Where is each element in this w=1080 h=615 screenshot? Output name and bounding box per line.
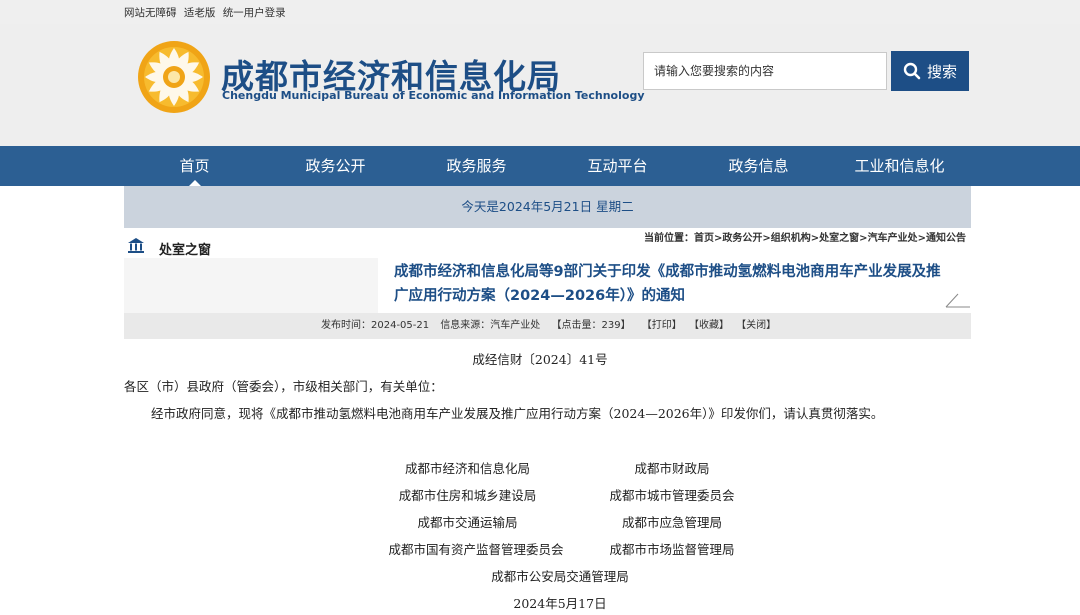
date-bar: 今天是2024年5月21日 星期二: [124, 186, 971, 228]
site-subtitle-english: Chengdu Municipal Bureau of Economic and…: [222, 89, 645, 102]
breadcrumb-separator: >: [917, 233, 926, 244]
breadcrumb-separator: >: [859, 233, 868, 244]
print-button[interactable]: 【打印】: [642, 320, 682, 331]
article-title: 成都市经济和信息化局等9部门关于印发《成都市推动氢燃料电池商用车产业发展及推广应…: [394, 264, 941, 304]
publish-time: 发布时间：2024-05-21: [321, 320, 430, 331]
search-button[interactable]: 搜索: [891, 51, 969, 91]
section-panel: [124, 258, 378, 313]
site-logo[interactable]: [137, 40, 211, 114]
search-button-label: 搜索: [926, 62, 957, 81]
nav-item-home[interactable]: 首页: [124, 146, 265, 186]
top-utility-bar: 网站无障碍 适老版 统一用户登录: [0, 0, 1080, 24]
signatory: 成都市应急管理局: [621, 515, 722, 530]
section-title: 处室之窗: [159, 243, 212, 258]
document-date: 2024年5月17日: [513, 596, 607, 611]
search-input[interactable]: [643, 52, 887, 90]
click-count: 【点击量：239】: [551, 320, 631, 331]
elderly-mode-link[interactable]: 适老版: [184, 7, 216, 19]
breadcrumb-separator: >: [810, 233, 820, 244]
breadcrumb: 当前位置：首页>政务公开>组织机构>处室之窗>汽车产业处>通知公告: [644, 229, 966, 244]
breadcrumb-separator: >: [762, 233, 771, 244]
accessibility-link[interactable]: 网站无障碍: [124, 7, 177, 19]
signatory: 成都市财政局: [634, 461, 710, 476]
breadcrumb-item-auto-industry[interactable]: 汽车产业处: [868, 233, 918, 244]
article-body-paragraph: 经市政府同意，现将《成都市推动氢燃料电池商用车产业发展及推广应用行动方案（202…: [151, 406, 884, 421]
nav-item-interactive-platform[interactable]: 互动平台: [547, 146, 688, 186]
close-button[interactable]: 【关闭】: [736, 320, 776, 331]
breadcrumb-prefix: 当前位置：: [644, 233, 694, 244]
unified-login-link[interactable]: 统一用户登录: [223, 7, 286, 19]
article-meta-bar: 发布时间：2024-05-21 信息来源：汽车产业处 【点击量：239】 【打印…: [124, 313, 971, 339]
top-links: 网站无障碍 适老版 统一用户登录: [124, 5, 290, 20]
nav-item-government-services[interactable]: 政务服务: [406, 146, 547, 186]
nav-item-government-affairs-disclosure[interactable]: 政务公开: [265, 146, 406, 186]
signatory: 成都市城市管理委员会: [609, 488, 735, 503]
breadcrumb-item-notices[interactable]: 通知公告: [926, 233, 966, 244]
breadcrumb-item-home[interactable]: 首页: [694, 233, 714, 244]
breadcrumb-item-disclosure[interactable]: 政务公开: [722, 233, 762, 244]
favorite-button[interactable]: 【收藏】: [689, 320, 729, 331]
corner-decoration: [945, 293, 970, 308]
salutation: 各区（市）县政府（管委会），市级相关部门，有关单位：: [124, 379, 443, 394]
signatory: 成都市公安局交通管理局: [491, 569, 629, 584]
nav-item-industry-it[interactable]: 工业和信息化: [829, 146, 970, 186]
signatory: 成都市市场监督管理局: [609, 542, 735, 557]
section-header: 处室之窗: [124, 236, 378, 260]
building-icon: [128, 238, 144, 253]
breadcrumb-item-department-window[interactable]: 处室之窗: [819, 233, 859, 244]
main-nav: 首页 政务公开 政务服务 互动平台 政务信息 工业和信息化: [0, 146, 1080, 186]
search-icon: [903, 62, 921, 80]
info-source: 信息来源：汽车产业处: [440, 320, 541, 331]
nav-item-government-info[interactable]: 政务信息: [688, 146, 829, 186]
breadcrumb-item-organization[interactable]: 组织机构: [771, 233, 811, 244]
document-number: 成经信财〔2024〕41号: [472, 352, 608, 367]
